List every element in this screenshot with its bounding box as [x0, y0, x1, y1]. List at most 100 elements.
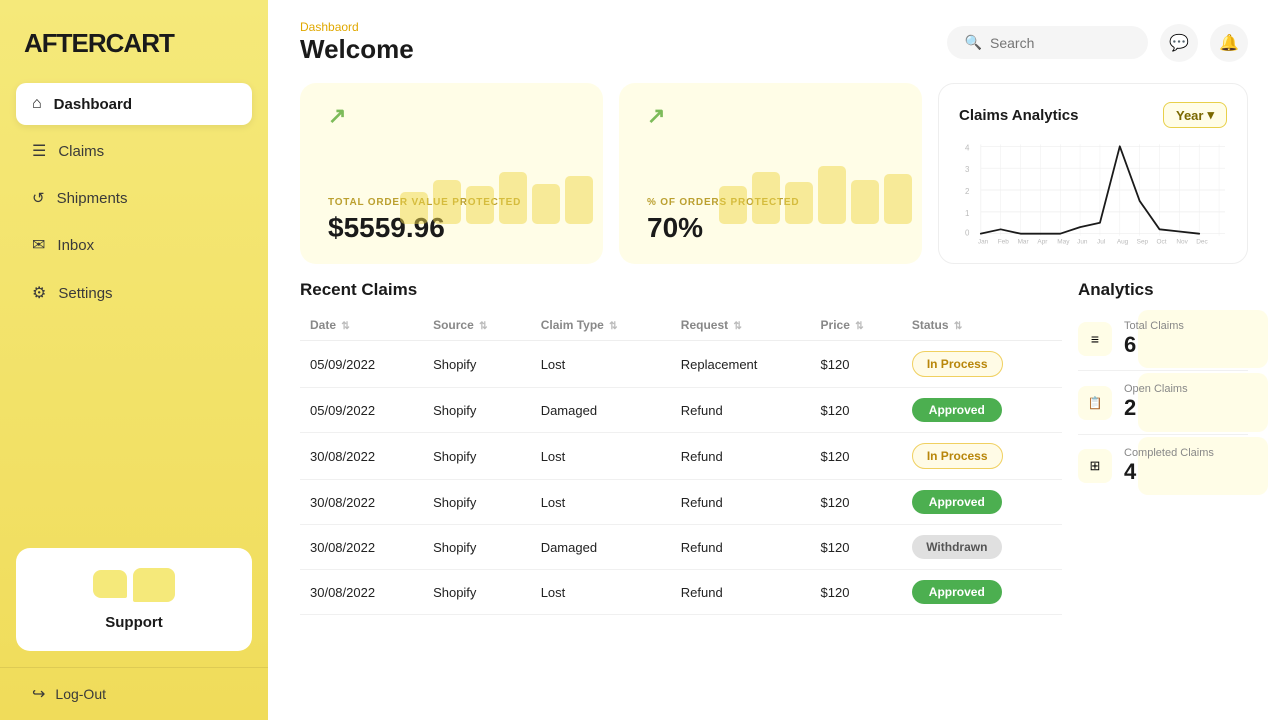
svg-text:Jun: Jun [1077, 239, 1088, 246]
cell-price: $120 [811, 570, 902, 615]
table-row[interactable]: 05/09/2022 Shopify Lost Replacement $120… [300, 341, 1062, 388]
sidebar-item-settings[interactable]: ⚙ Settings [16, 271, 252, 315]
stats-row: ↗ TOTAL ORDER VALUE PROTECTED $5559.96 [300, 83, 1248, 264]
cell-date: 05/09/2022 [300, 388, 423, 433]
messages-button[interactable]: 💬 [1160, 24, 1198, 62]
svg-text:Oct: Oct [1157, 239, 1167, 246]
claims-table: Date ⇅ Source ⇅ Claim Type ⇅ Request ⇅ P… [300, 310, 1062, 615]
cell-request: Refund [671, 433, 811, 480]
bottom-row: Recent Claims Date ⇅ Source ⇅ Claim Type… [300, 280, 1248, 712]
search-box[interactable]: 🔍 [947, 26, 1148, 59]
chevron-down-icon: ▾ [1207, 107, 1214, 123]
table-row[interactable]: 30/08/2022 Shopify Damaged Refund $120 W… [300, 525, 1062, 570]
analytic-text-open: Open Claims 2 [1124, 383, 1188, 421]
claims-table-body: 05/09/2022 Shopify Lost Replacement $120… [300, 341, 1062, 615]
cell-source: Shopify [423, 341, 531, 388]
status-badge: Approved [912, 490, 1002, 514]
open-claims-icon: 📋 [1078, 386, 1112, 420]
dashboard-icon: ⌂ [32, 95, 42, 113]
table-row[interactable]: 30/08/2022 Shopify Lost Refund $120 Appr… [300, 570, 1062, 615]
svg-text:2: 2 [965, 187, 970, 196]
cell-request: Refund [671, 480, 811, 525]
cell-request: Replacement [671, 341, 811, 388]
chat-bubble-icon [93, 570, 127, 598]
cell-price: $120 [811, 388, 902, 433]
sort-icon: ⇅ [954, 321, 962, 332]
analytic-item-open: 📋 Open Claims 2 [1078, 373, 1248, 431]
svg-text:Feb: Feb [998, 239, 1010, 246]
logout-button[interactable]: ↪ Log-Out [0, 667, 268, 720]
year-label: Year [1176, 108, 1203, 123]
stat-label: TOTAL ORDER VALUE PROTECTED [328, 197, 575, 208]
svg-text:3: 3 [965, 165, 970, 174]
status-badge: Approved [912, 580, 1002, 604]
col-claim-type[interactable]: Claim Type ⇅ [531, 310, 671, 341]
header-title-area: Dashbaord Welcome [300, 20, 414, 65]
cell-source: Shopify [423, 525, 531, 570]
svg-text:4: 4 [965, 143, 970, 152]
svg-text:Dec: Dec [1196, 239, 1208, 246]
analytic-item-completed: ⊞ Completed Claims 4 [1078, 437, 1248, 495]
line-chart: 4 3 2 1 0 [959, 136, 1227, 246]
stat-label2: % OF ORDERS PROTECTED [647, 197, 894, 208]
cell-status: Withdrawn [902, 525, 1062, 570]
cell-source: Shopify [423, 480, 531, 525]
col-status[interactable]: Status ⇅ [902, 310, 1062, 341]
search-input[interactable] [990, 35, 1130, 51]
sidebar: AFTERCART ⌂ Dashboard ☰ Claims ↺ Shipmen… [0, 0, 268, 720]
cell-claim-type: Damaged [531, 525, 671, 570]
support-card: Support [16, 548, 252, 651]
cell-claim-type: Lost [531, 433, 671, 480]
analytic-value: 6 [1124, 332, 1184, 358]
cell-date: 30/08/2022 [300, 570, 423, 615]
sidebar-item-inbox[interactable]: ✉ Inbox [16, 223, 252, 267]
col-price[interactable]: Price ⇅ [811, 310, 902, 341]
stat-up-arrow: ↗ [328, 103, 346, 129]
table-row[interactable]: 30/08/2022 Shopify Lost Refund $120 Appr… [300, 480, 1062, 525]
status-badge: In Process [912, 351, 1003, 377]
page-content: ↗ TOTAL ORDER VALUE PROTECTED $5559.96 [268, 75, 1280, 720]
cell-date: 30/08/2022 [300, 480, 423, 525]
cell-claim-type: Lost [531, 341, 671, 388]
analytic-item-total: ≡ Total Claims 6 [1078, 310, 1248, 368]
line-chart-area: 4 3 2 1 0 [959, 136, 1227, 251]
cell-status: Approved [902, 570, 1062, 615]
sidebar-item-dashboard[interactable]: ⌂ Dashboard [16, 83, 252, 125]
analytic-text-completed: Completed Claims 4 [1124, 447, 1214, 485]
cell-price: $120 [811, 480, 902, 525]
analytic-name: Completed Claims [1124, 447, 1214, 459]
sort-icon: ⇅ [733, 321, 741, 332]
sidebar-item-shipments[interactable]: ↺ Shipments [16, 177, 252, 219]
svg-text:Sep: Sep [1137, 239, 1149, 246]
cell-price: $120 [811, 433, 902, 480]
table-row[interactable]: 30/08/2022 Shopify Lost Refund $120 In P… [300, 433, 1062, 480]
sidebar-nav: ⌂ Dashboard ☰ Claims ↺ Shipments ✉ Inbox… [0, 83, 268, 532]
status-badge: Withdrawn [912, 535, 1002, 559]
col-request[interactable]: Request ⇅ [671, 310, 811, 341]
sidebar-item-claims[interactable]: ☰ Claims [16, 129, 252, 173]
support-label[interactable]: Support [105, 614, 163, 631]
notifications-button[interactable]: 🔔 [1210, 24, 1248, 62]
table-row[interactable]: 05/09/2022 Shopify Damaged Refund $120 A… [300, 388, 1062, 433]
claims-analytics-card: Claims Analytics Year ▾ 4 3 2 1 0 [938, 83, 1248, 264]
bell-icon: 🔔 [1219, 33, 1239, 53]
analytic-text-total: Total Claims 6 [1124, 320, 1184, 358]
cell-request: Refund [671, 570, 811, 615]
svg-text:Jul: Jul [1097, 239, 1105, 246]
divider [1078, 434, 1248, 435]
cell-date: 30/08/2022 [300, 525, 423, 570]
year-filter-button[interactable]: Year ▾ [1163, 102, 1227, 128]
cell-source: Shopify [423, 388, 531, 433]
col-source[interactable]: Source ⇅ [423, 310, 531, 341]
cell-request: Refund [671, 388, 811, 433]
search-icon: 🔍 [965, 34, 982, 51]
logout-label: Log-Out [55, 686, 106, 702]
col-date[interactable]: Date ⇅ [300, 310, 423, 341]
cell-status: Approved [902, 388, 1062, 433]
total-claims-icon: ≡ [1078, 322, 1112, 356]
sidebar-item-label: Shipments [57, 190, 128, 207]
messages-icon: 💬 [1169, 33, 1189, 53]
sort-icon: ⇅ [609, 321, 617, 332]
chat-bubble-icon2 [133, 568, 175, 602]
cell-date: 05/09/2022 [300, 341, 423, 388]
